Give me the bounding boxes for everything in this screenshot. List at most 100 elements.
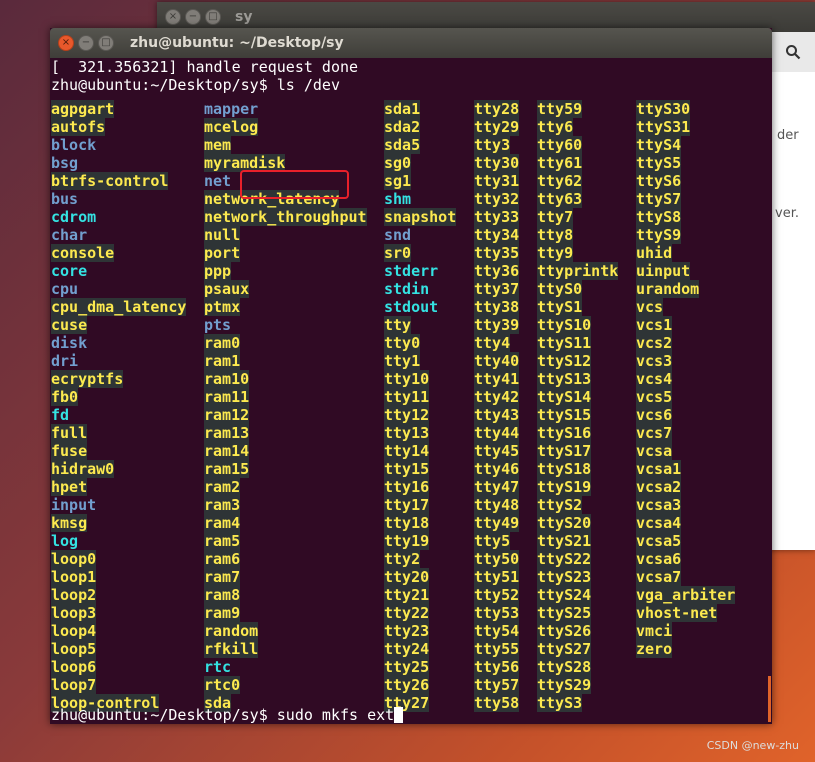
minimize-icon[interactable]: − <box>78 35 94 51</box>
dev-entry: tty0 <box>384 334 421 352</box>
dev-entry: ttyS30 <box>636 100 691 118</box>
terminal-titlebar[interactable]: × − □ zhu@ubuntu: ~/Desktop/sy <box>50 28 772 58</box>
search-button[interactable] <box>771 32 815 72</box>
dev-entry: vcsa2 <box>636 478 682 496</box>
listing-column: sda1 sda2 sda5 sg0 sg1 shm snapshot snd sr0 stder… <box>384 100 457 712</box>
dev-entry: hpet <box>51 478 88 496</box>
dev-entry: tty51 <box>474 568 520 586</box>
dev-entry: tty41 <box>474 370 520 388</box>
dev-entry: tty32 <box>474 190 520 208</box>
dev-entry: ram6 <box>204 550 241 568</box>
dev-entry: ttyS28 <box>537 658 592 676</box>
dev-entry: vcsa3 <box>636 496 682 514</box>
dev-entry: ttyS11 <box>537 334 592 352</box>
dev-entry: ttyS22 <box>537 550 592 568</box>
dev-entry: tty16 <box>384 478 430 496</box>
dev-entry: ram10 <box>204 370 250 388</box>
dev-entry: stdin <box>384 280 430 298</box>
output-line: [ 321.356321] handle request done <box>51 58 359 76</box>
dev-entry: ram0 <box>204 334 241 352</box>
dev-entry: disk <box>51 334 88 352</box>
dev-entry: vcs6 <box>636 406 673 424</box>
dev-entry: ttyS26 <box>537 622 592 640</box>
dev-entry: tty33 <box>474 208 520 226</box>
listing-column: tty59 tty6 tty60 tty61 tty62 tty63 tty7 tty8 tty… <box>537 100 619 712</box>
dev-entry: tty11 <box>384 388 430 406</box>
dev-entry: ttyS10 <box>537 316 592 334</box>
dev-entry: tty35 <box>474 244 520 262</box>
dev-entry: tty28 <box>474 100 520 118</box>
dev-entry: ttyprintk <box>537 262 619 280</box>
terminal-output[interactable]: [ 321.356321] handle request done zhu@ub… <box>50 58 772 724</box>
dev-entry: ram13 <box>204 424 250 442</box>
dev-entry: btrfs-control <box>51 172 169 190</box>
dev-entry: ttyS8 <box>636 208 682 226</box>
dev-entry: tty25 <box>384 658 430 676</box>
dev-entry: sda5 <box>384 136 421 154</box>
dev-entry: loop0 <box>51 550 97 568</box>
maximize-icon[interactable]: □ <box>205 9 221 25</box>
dev-entry: tty31 <box>474 172 520 190</box>
dev-entry: cpu <box>51 280 79 298</box>
dev-entry: tty36 <box>474 262 520 280</box>
dev-entry: ttyS21 <box>537 532 592 550</box>
dev-entry: tty13 <box>384 424 430 442</box>
dev-entry: loop4 <box>51 622 97 640</box>
dev-entry: ram5 <box>204 532 241 550</box>
dev-entry: ttyS2 <box>537 496 583 514</box>
dev-entry: sg0 <box>384 154 412 172</box>
maximize-icon[interactable]: □ <box>98 35 114 51</box>
dev-entry: ttyS18 <box>537 460 592 478</box>
dev-entry: tty30 <box>474 154 520 172</box>
dev-entry: tty22 <box>384 604 430 622</box>
dev-entry: log <box>51 532 79 550</box>
minimize-icon[interactable]: − <box>185 9 201 25</box>
dev-entry: tty <box>384 316 412 334</box>
dev-entry: ppp <box>204 262 232 280</box>
dev-entry: tty58 <box>474 694 520 712</box>
dev-entry: tty48 <box>474 496 520 514</box>
dev-entry: tty46 <box>474 460 520 478</box>
dev-entry: tty12 <box>384 406 430 424</box>
dev-entry: vcsa6 <box>636 550 682 568</box>
dev-entry: vcsa5 <box>636 532 682 550</box>
dev-entry: pts <box>204 316 232 334</box>
dev-entry: ttyS14 <box>537 388 592 406</box>
search-icon <box>786 45 801 60</box>
dev-entry: tty19 <box>384 532 430 550</box>
dev-entry: loop3 <box>51 604 97 622</box>
dev-entry: ram8 <box>204 586 241 604</box>
dev-entry: tty57 <box>474 676 520 694</box>
dev-entry: bus <box>51 190 79 208</box>
dev-entry: kmsg <box>51 514 88 532</box>
dev-entry: tty10 <box>384 370 430 388</box>
dev-entry: snapshot <box>384 208 457 226</box>
dev-entry: tty14 <box>384 442 430 460</box>
scrollbar[interactable] <box>768 676 771 722</box>
dev-entry: ttyS24 <box>537 586 592 604</box>
dev-entry: ttyS7 <box>636 190 682 208</box>
dev-entry: vcs1 <box>636 316 673 334</box>
dev-entry: agpgart <box>51 100 115 118</box>
listing-column: tty28 tty29 tty3 tty30 tty31 tty32 tty33 tty34 t… <box>474 100 520 712</box>
close-icon[interactable]: × <box>58 35 74 51</box>
dev-entry: cpu_dma_latency <box>51 298 187 316</box>
dev-entry: tty49 <box>474 514 520 532</box>
dev-entry: ttyS6 <box>636 172 682 190</box>
dev-entry: zero <box>636 640 673 658</box>
dev-entry: block <box>51 136 97 154</box>
dev-entry: tty26 <box>384 676 430 694</box>
command-prompt[interactable]: zhu@ubuntu:~/Desktop/sy$ sudo mkfs ext <box>51 706 404 724</box>
dev-entry: ttyS27 <box>537 640 592 658</box>
dev-entry: fuse <box>51 442 88 460</box>
dev-entry: ram4 <box>204 514 241 532</box>
dev-entry: tty8 <box>537 226 574 244</box>
dev-entry: tty60 <box>537 136 583 154</box>
close-icon[interactable]: × <box>165 9 181 25</box>
terminal-window[interactable]: × − □ zhu@ubuntu: ~/Desktop/sy [ 321.356… <box>50 28 772 724</box>
dev-entry: ttyS5 <box>636 154 682 172</box>
dev-entry: ram11 <box>204 388 250 406</box>
dev-entry: ttyS12 <box>537 352 592 370</box>
dev-entry: ttyS29 <box>537 676 592 694</box>
dev-entry: tty55 <box>474 640 520 658</box>
